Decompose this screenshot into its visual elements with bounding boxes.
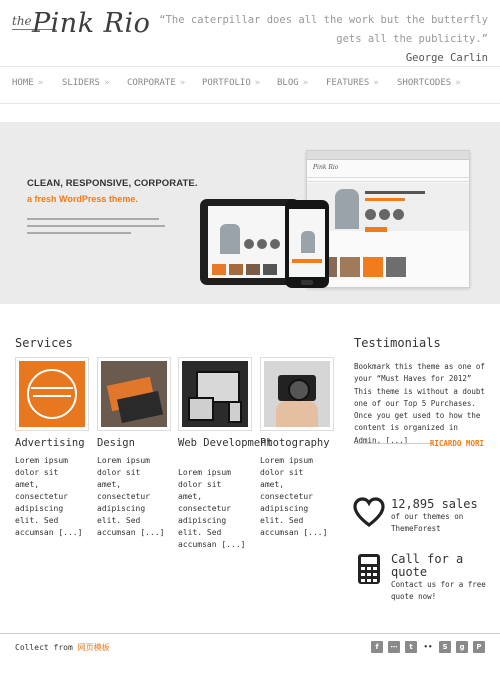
chevron-right-icon: »: [455, 78, 461, 88]
service-title[interactable]: Photography: [260, 437, 330, 449]
nav-item-home[interactable]: HOME»: [12, 78, 43, 88]
nav-label: SHORTCODES: [397, 78, 452, 88]
divider: [354, 443, 434, 444]
twitter-icon[interactable]: t: [405, 641, 417, 653]
heart-icon: [353, 497, 385, 529]
nav-item-portfolio[interactable]: PORTFOLIO»: [202, 78, 260, 88]
footer-divider: [0, 633, 500, 634]
logo-prefix: the: [12, 14, 32, 28]
chevron-right-icon: »: [302, 78, 309, 88]
nav-label: HOME: [12, 78, 34, 88]
mini-logo: Pink Rio: [313, 164, 339, 171]
service-thumbnail[interactable]: [97, 357, 171, 431]
hero-body-text: [27, 216, 167, 239]
chevron-right-icon: »: [254, 78, 261, 88]
nav-item-corporate[interactable]: CORPORATE»: [127, 78, 185, 88]
main-nav: HOME» SLIDERS» CORPORATE» PORTFOLIO» BLO…: [0, 66, 500, 104]
chevron-right-icon: »: [179, 78, 186, 88]
footer-credit: Collect from 网页模板: [15, 642, 110, 653]
service-title[interactable]: Design: [97, 437, 135, 449]
service-thumbnail[interactable]: [260, 357, 334, 431]
sales-caption: of our themes on ThemeForest: [391, 512, 464, 533]
nav-label: FEATURES: [326, 78, 370, 88]
flickr-icon[interactable]: ••: [422, 641, 434, 653]
calculator-icon: [358, 554, 380, 584]
desktop-screenshot: Pink Rio: [306, 150, 470, 288]
hero-subheadline: a fresh WordPress theme.: [27, 194, 138, 204]
nav-label: PORTFOLIO: [202, 78, 251, 88]
chevron-right-icon: »: [37, 78, 44, 88]
nav-item-features[interactable]: FEATURES»: [326, 78, 379, 88]
nav-item-sliders[interactable]: SLIDERS»: [62, 78, 109, 88]
service-description: Lorem ipsum dolor sit amet, consectetur …: [178, 468, 246, 549]
service-description: Lorem ipsum dolor sit amet, consectetur …: [15, 456, 83, 537]
call-title[interactable]: Call for a quote: [391, 553, 491, 579]
footer-link[interactable]: 网页模板: [78, 643, 110, 652]
service-thumbnail[interactable]: [178, 357, 252, 431]
sales-count: 12,895 sales: [391, 497, 478, 511]
rss-icon[interactable]: ⋯: [388, 641, 400, 653]
testimonials-title: Testimonials: [354, 336, 441, 350]
nav-label: CORPORATE: [127, 78, 176, 88]
google-plus-icon[interactable]: g: [456, 641, 468, 653]
chevron-right-icon: »: [103, 78, 110, 88]
nav-label: BLOG: [277, 78, 299, 88]
logo-name: Pink Rio: [32, 8, 151, 39]
service-description: Lorem ipsum dolor sit amet, consectetur …: [97, 456, 165, 537]
nav-label: SLIDERS: [62, 78, 100, 88]
quote-line-1: “The caterpillar does all the work but t…: [159, 14, 488, 26]
site-logo[interactable]: the Pink Rio: [12, 8, 150, 48]
phone-screenshot: [285, 200, 329, 288]
testimonial-author: RICARDO MORI: [429, 439, 484, 448]
pinterest-icon[interactable]: P: [473, 641, 485, 653]
skype-icon[interactable]: S: [439, 641, 451, 653]
service-description: Lorem ipsum dolor sit amet, consectetur …: [260, 456, 328, 537]
footer-prefix: Collect from: [15, 643, 73, 652]
quote-line-2: gets all the publicity.”: [336, 33, 488, 45]
service-title[interactable]: Advertising: [15, 437, 85, 449]
chevron-right-icon: »: [373, 78, 379, 88]
services-title: Services: [15, 336, 73, 350]
testimonial-text: Bookmark this theme as one of your “Must…: [354, 362, 485, 445]
service-title[interactable]: Web Development: [178, 437, 273, 449]
header-quote: “The caterpillar does all the work but t…: [158, 11, 488, 68]
call-caption: Contact us for a free quote now!: [391, 580, 486, 601]
service-thumbnail[interactable]: [15, 357, 89, 431]
nav-item-shortcodes[interactable]: SHORTCODES»: [397, 78, 461, 88]
nav-item-blog[interactable]: BLOG»: [277, 78, 308, 88]
hero-headline: CLEAN, RESPONSIVE, CORPORATE.: [27, 178, 198, 189]
facebook-icon[interactable]: f: [371, 641, 383, 653]
